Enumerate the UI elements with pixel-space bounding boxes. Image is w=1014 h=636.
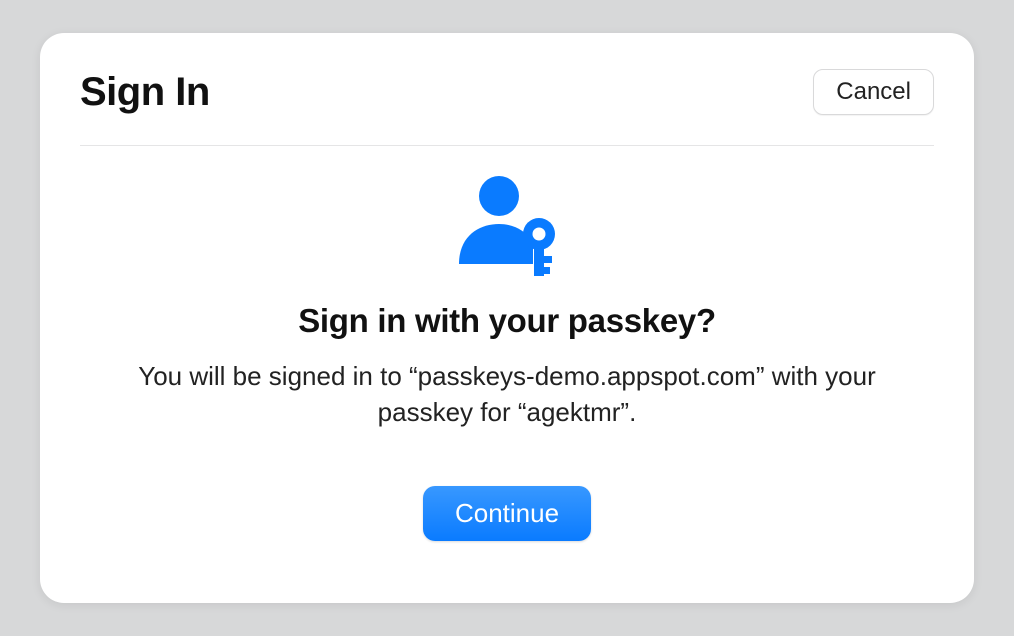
dialog-title: Sign In	[80, 70, 210, 115]
dialog-header: Sign In Cancel	[80, 69, 934, 146]
continue-button[interactable]: Continue	[423, 486, 591, 541]
prompt-title: Sign in with your passkey?	[298, 302, 716, 340]
cancel-button[interactable]: Cancel	[813, 69, 934, 115]
dialog-body: Sign in with your passkey? You will be s…	[80, 146, 934, 563]
passkey-icon	[447, 168, 567, 278]
sign-in-dialog: Sign In Cancel Sign in with your passkey…	[40, 33, 974, 603]
prompt-description: You will be signed in to “passkeys-demo.…	[117, 358, 897, 431]
